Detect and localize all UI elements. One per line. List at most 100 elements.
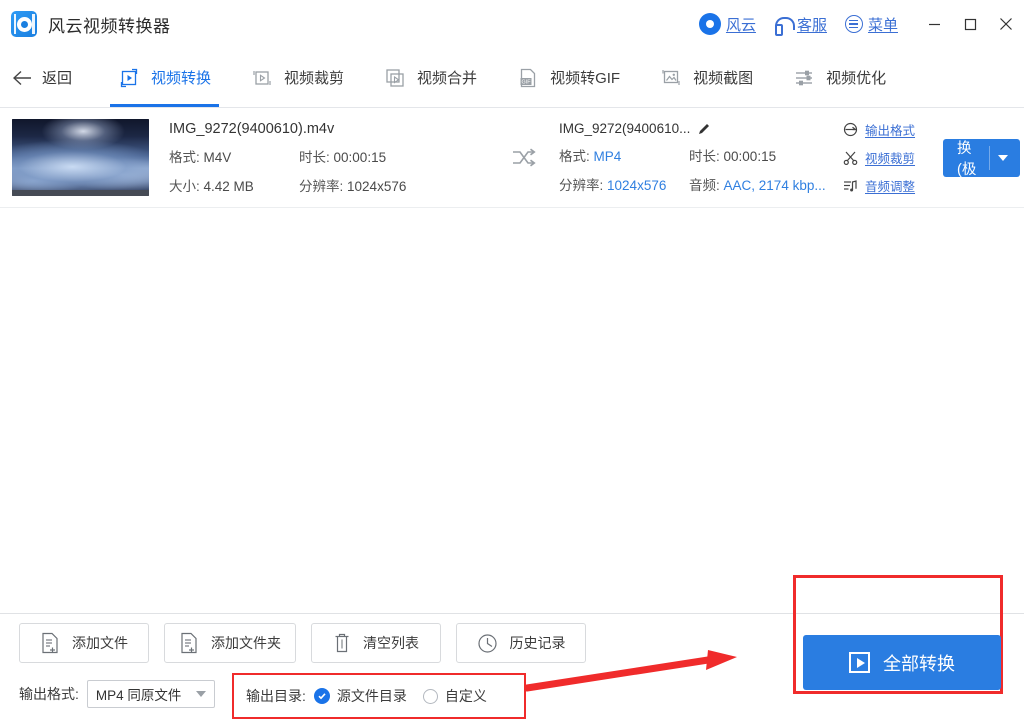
- source-duration-label: 时长:: [299, 149, 330, 165]
- add-file-label: 添加文件: [72, 635, 128, 651]
- video-crop-action[interactable]: 视频裁剪: [843, 148, 931, 167]
- tab-label: 视频截图: [693, 70, 754, 87]
- clear-list-label: 清空列表: [363, 635, 419, 651]
- customer-service-label: 客服: [796, 16, 827, 34]
- play-button-icon: [849, 652, 870, 673]
- clear-list-button[interactable]: 清空列表: [311, 623, 441, 663]
- output-dir-option-source[interactable]: 源文件目录: [313, 686, 407, 706]
- tab-label: 视频裁剪: [284, 70, 345, 87]
- headset-icon: [774, 15, 795, 36]
- output-filename-row: IMG_9272(9400610...: [559, 121, 829, 136]
- source-format: 格式: M4V: [169, 146, 299, 166]
- output-file-info: IMG_9272(9400610... 格式: MP4 时长: 00:00:15: [559, 121, 829, 194]
- swap-convert-direction-button[interactable]: [499, 147, 549, 169]
- source-meta-row-2: 大小: 4.42 MB 分辨率: 1024x576: [169, 175, 499, 195]
- output-filename: IMG_9272(9400610...: [559, 121, 691, 136]
- output-format-action-label: 输出格式: [865, 124, 916, 138]
- file-list: IMG_9272(9400610).m4v 格式: M4V 时长: 00:00:…: [0, 108, 1024, 620]
- sliders-icon: [796, 70, 813, 85]
- output-format-value: MP4: [593, 149, 622, 164]
- tab-label: 视频转换: [151, 70, 212, 87]
- scissors-icon: [843, 151, 858, 165]
- add-file-button[interactable]: 添加文件: [19, 623, 149, 663]
- maximize-icon: [964, 18, 976, 30]
- radio-unselected-icon: [422, 688, 438, 704]
- title-bar-left: 风云视频转换器: [0, 11, 171, 37]
- output-audio: 音频: AAC, 2174 kbp...: [689, 174, 826, 194]
- trash-icon: [335, 633, 349, 653]
- source-size: 大小: 4.42 MB: [169, 175, 299, 195]
- close-button[interactable]: [988, 0, 1024, 48]
- convert-speed-label: 转换(极速): [957, 119, 977, 199]
- source-meta-row-1: 格式: M4V 时长: 00:00:15: [169, 146, 499, 166]
- maximize-button[interactable]: [952, 0, 988, 48]
- bottom-action-buttons: 添加文件 添加文件夹 清空列表 历史记录: [19, 623, 586, 663]
- menu-button[interactable]: 菜单: [844, 14, 898, 35]
- source-size-label: 大小:: [169, 178, 200, 194]
- chevron-down-icon[interactable]: [998, 154, 1009, 161]
- video-thumbnail: [12, 119, 149, 196]
- tab-video-to-gif[interactable]: GIF 视频转GIF: [497, 48, 640, 107]
- clock-history-icon: [477, 633, 497, 653]
- add-folder-label: 添加文件夹: [211, 635, 281, 651]
- source-format-label: 格式:: [169, 149, 200, 165]
- video-merge-icon: [386, 68, 404, 87]
- output-duration-value: 00:00:15: [723, 149, 777, 164]
- tab-video-convert[interactable]: 视频转换: [98, 48, 231, 107]
- output-duration: 时长: 00:00:15: [689, 145, 776, 165]
- output-duration-label: 时长:: [689, 149, 720, 164]
- tab-video-crop[interactable]: 视频裁剪: [231, 48, 364, 107]
- nav-bar: 返回 视频转换 视频裁剪 视频合并 GIF 视频转GIF 视频截图 视频优化: [0, 48, 1024, 108]
- pencil-edit-icon[interactable]: [697, 122, 711, 136]
- chevron-down-icon: [195, 691, 206, 697]
- svg-text:GIF: GIF: [522, 79, 532, 85]
- convert-speed-button[interactable]: 转换(极速): [943, 120, 1021, 199]
- fengyun-circle-icon: [698, 13, 721, 35]
- output-dir-custom-label: 自定义: [444, 688, 487, 704]
- output-format-select[interactable]: MP4 同原文件: [86, 680, 215, 708]
- convert-all-button[interactable]: 全部转换: [803, 635, 1001, 690]
- source-file-info: IMG_9272(9400610).m4v 格式: M4V 时长: 00:00:…: [169, 121, 499, 195]
- output-resolution-label: 分辨率:: [559, 178, 604, 193]
- source-resolution-value: 1024x576: [347, 178, 407, 194]
- radio-selected-icon: [313, 688, 330, 704]
- output-format-action[interactable]: 输出格式: [843, 120, 931, 139]
- output-resolution: 分辨率: 1024x576: [559, 174, 689, 194]
- output-audio-label: 音频:: [689, 178, 720, 193]
- source-size-value: 4.42 MB: [203, 178, 254, 194]
- output-meta-row-2: 分辨率: 1024x576 音频: AAC, 2174 kbp...: [559, 174, 829, 194]
- title-bar: 风云视频转换器 风云 客服 菜单: [0, 0, 1024, 48]
- menu-list-icon: [844, 15, 863, 33]
- output-directory-label: 输出目录:: [246, 688, 306, 704]
- menu-label: 菜单: [867, 16, 898, 34]
- customer-service-button[interactable]: 客服: [774, 14, 827, 36]
- fengyun-account-button[interactable]: 风云: [698, 13, 756, 35]
- tab-video-optimize[interactable]: 视频优化: [773, 48, 906, 107]
- add-folder-button[interactable]: 添加文件夹: [164, 623, 296, 663]
- audio-adjust-action-label: 音频调整: [865, 180, 916, 194]
- close-icon: [1000, 18, 1012, 30]
- tab-video-merge[interactable]: 视频合并: [364, 48, 497, 107]
- gif-icon: GIF: [520, 68, 536, 87]
- back-button[interactable]: 返回: [13, 67, 72, 88]
- history-button[interactable]: 历史记录: [456, 623, 586, 663]
- video-crop-action-label: 视频裁剪: [865, 152, 916, 166]
- shuffle-arrows-icon: [513, 148, 536, 166]
- output-format: 格式: MP4: [559, 145, 689, 165]
- source-format-value: M4V: [203, 149, 232, 165]
- minimize-button[interactable]: [916, 0, 952, 48]
- output-dir-source-label: 源文件目录: [336, 688, 407, 704]
- output-dir-option-custom[interactable]: 自定义: [422, 686, 487, 706]
- audio-adjust-action[interactable]: 音频调整: [843, 176, 931, 195]
- file-list-row[interactable]: IMG_9272(9400610).m4v 格式: M4V 时长: 00:00:…: [0, 108, 1024, 208]
- tab-video-screenshot[interactable]: 视频截图: [640, 48, 773, 107]
- title-bar-right: 风云 客服 菜单: [698, 0, 1024, 48]
- tab-label: 视频转GIF: [550, 70, 621, 87]
- fengyun-label: 风云: [725, 16, 756, 34]
- nav-tabs: 视频转换 视频裁剪 视频合并 GIF 视频转GIF 视频截图 视频优化: [98, 48, 906, 107]
- screenshot-icon: [662, 69, 680, 85]
- tab-label: 视频优化: [826, 70, 887, 87]
- source-resolution-label: 分辨率:: [299, 178, 344, 194]
- video-crop-icon: [253, 70, 271, 85]
- minimize-icon: [928, 23, 940, 25]
